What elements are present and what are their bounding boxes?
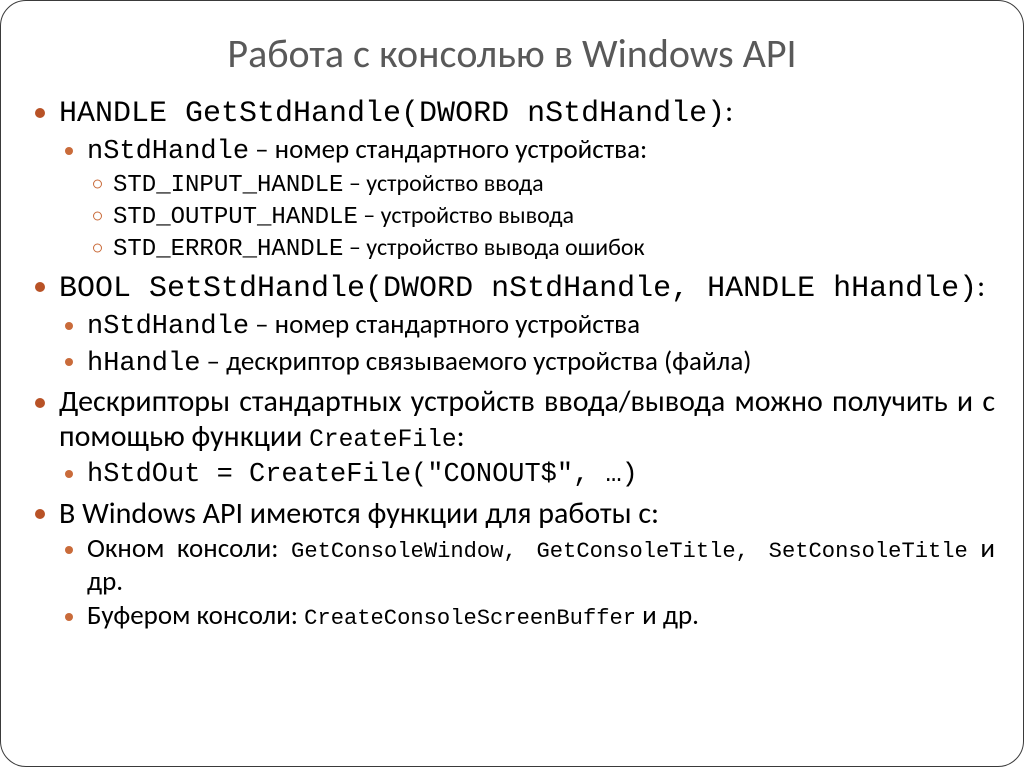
bullet-list-level2: nStdHandle – номер стандартного устройст…: [59, 309, 995, 380]
item-hhandle: hHandle – дескриптор связываемого устрой…: [59, 346, 995, 380]
item-console-window: Окном консоли: GetConsoleWindow, GetCons…: [59, 533, 995, 598]
item-setstdhandle: BOOL SetStdHandle(DWORD nStdHandle, HAND…: [29, 269, 995, 380]
item-nstdhandle-desc: nStdHandle – номер стандартного устройст…: [59, 134, 995, 264]
code-getstdhandle: HANDLE GetStdHandle(DWORD nStdHandle): [59, 97, 725, 131]
item-winapi-functions: В Windows API имеются функции для работы…: [29, 496, 995, 633]
item-console-buffer: Буфером консоли: CreateConsoleScreenBuff…: [59, 600, 995, 633]
item-std-input: STD_INPUT_HANDLE – устройство ввода: [87, 169, 995, 201]
item-std-error: STD_ERROR_HANDLE – устройство вывода оши…: [87, 233, 995, 265]
text-console-buffer-a: Буфером консоли:: [87, 599, 304, 632]
code-nstdhandle: nStdHandle: [87, 137, 249, 167]
code-hhandle: hHandle: [87, 349, 200, 379]
bullet-list-level3: STD_INPUT_HANDLE – устройство ввода STD_…: [87, 169, 995, 265]
text-nstdhandle-2: – номер стандартного устройства: [249, 308, 640, 341]
text-hhandle: – дескриптор связываемого устройства (фа…: [200, 345, 751, 378]
text-console-buffer-b: и др.: [636, 599, 699, 632]
code-createfile: CreateFile: [309, 427, 457, 454]
colon: :: [457, 418, 465, 455]
slide-title: Работа с консолью в Windows API: [29, 29, 995, 78]
item-createfile: Дескрипторы стандартных устройств ввода/…: [29, 384, 995, 492]
colon: :: [977, 268, 985, 305]
text-nstdhandle-desc: – номер стандартного устройства:: [249, 133, 647, 166]
bullet-list-level2: Окном консоли: GetConsoleWindow, GetCons…: [59, 533, 995, 633]
slide-container: Работа с консолью в Windows API HANDLE G…: [0, 0, 1024, 767]
text-winapi-functions: В Windows API имеются функции для работы…: [59, 495, 659, 532]
code-std-output: STD_OUTPUT_HANDLE: [113, 204, 358, 231]
text-std-input: – устройство ввода: [343, 169, 543, 198]
colon: :: [725, 93, 733, 130]
code-console-window: GetConsoleWindow, GetConsoleTitle, SetCo…: [291, 539, 968, 564]
bullet-list-level2: hStdOut = CreateFile("CONOUT$", …): [59, 457, 995, 491]
item-std-output: STD_OUTPUT_HANDLE – устройство вывода: [87, 201, 995, 233]
bullet-list-level1: HANDLE GetStdHandle(DWORD nStdHandle): n…: [29, 94, 995, 633]
text-std-error: – устройство вывода ошибок: [343, 233, 644, 262]
text-std-output: – устройство вывода: [358, 201, 574, 230]
bullet-list-level2: nStdHandle – номер стандартного устройст…: [59, 134, 995, 264]
text-console-window-a: Окном консоли:: [87, 532, 291, 565]
code-nstdhandle-2: nStdHandle: [87, 312, 249, 342]
text-createfile-a: Дескрипторы стандартных устройств ввода/…: [59, 383, 995, 455]
code-console-buffer: CreateConsoleScreenBuffer: [304, 606, 636, 631]
code-std-error: STD_ERROR_HANDLE: [113, 236, 343, 263]
item-hstdout: hStdOut = CreateFile("CONOUT$", …): [59, 457, 995, 491]
code-setstdhandle: BOOL SetStdHandle(DWORD nStdHandle, HAND…: [59, 272, 977, 306]
item-nstdhandle-2: nStdHandle – номер стандартного устройст…: [59, 309, 995, 343]
code-std-input: STD_INPUT_HANDLE: [113, 172, 343, 199]
item-getstdhandle: HANDLE GetStdHandle(DWORD nStdHandle): n…: [29, 94, 995, 265]
code-hstdout: hStdOut = CreateFile("CONOUT$", …): [87, 460, 638, 490]
